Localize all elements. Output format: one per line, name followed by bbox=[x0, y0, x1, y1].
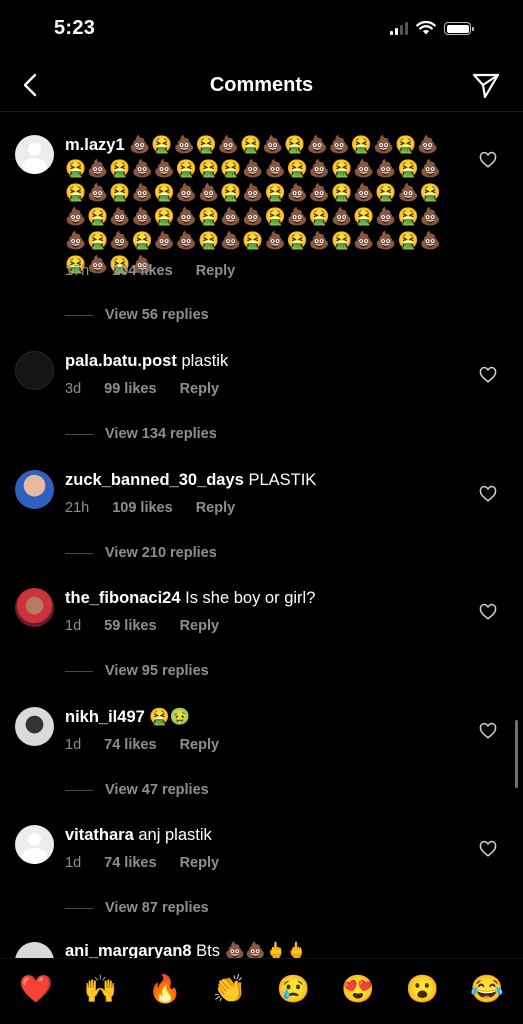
view-replies-button[interactable]: View 87 replies bbox=[65, 900, 209, 916]
avatar[interactable] bbox=[15, 470, 54, 509]
comment-body: zuck_banned_30_days PLASTIK bbox=[65, 468, 455, 492]
heart-icon[interactable] bbox=[479, 366, 497, 384]
comment-list: m.lazy1 💩🤮💩🤮💩🤮💩🤮💩💩🤮💩🤮💩🤮💩🤮💩💩🤮🤮🤮💩💩🤮💩🤮💩💩🤮💩🤮… bbox=[0, 113, 523, 958]
comment-likes[interactable]: 74 likes bbox=[104, 855, 156, 871]
status-time: 5:23 bbox=[54, 17, 96, 39]
emoji-clapping-button[interactable]: 👏 bbox=[204, 965, 254, 1015]
comment-body: the_fibonaci24 Is she boy or girl? bbox=[65, 586, 455, 610]
comment-text: Is she boy or girl? bbox=[185, 589, 316, 607]
avatar[interactable] bbox=[15, 707, 54, 746]
emoji-surprised-button[interactable]: 😮 bbox=[397, 965, 447, 1015]
header: Comments bbox=[0, 56, 523, 112]
battery-icon bbox=[444, 22, 474, 35]
comment-body: pala.batu.post plastik bbox=[65, 349, 455, 373]
view-replies-button[interactable]: View 210 replies bbox=[65, 545, 217, 561]
comment-username[interactable]: nikh_il497 bbox=[65, 708, 145, 726]
comment-meta: 1d 59 likes Reply bbox=[65, 618, 242, 634]
avatar[interactable] bbox=[15, 825, 54, 864]
view-replies-button[interactable]: View 56 replies bbox=[65, 307, 209, 323]
avatar[interactable] bbox=[15, 351, 54, 390]
comment-body: ani_margaryan8 Bts 💩💩🖕🖕 bbox=[65, 942, 307, 958]
comment-username[interactable]: m.lazy1 bbox=[65, 136, 125, 154]
emoji-crying-button[interactable]: 😢 bbox=[269, 965, 319, 1015]
reply-button[interactable]: Reply bbox=[180, 737, 220, 753]
comment-time: 1d bbox=[65, 737, 82, 753]
heart-icon[interactable] bbox=[479, 722, 497, 740]
comment-body: vitathara anj plastik bbox=[65, 823, 455, 847]
avatar[interactable] bbox=[15, 588, 54, 627]
emoji-reaction-bar: ❤️ 🙌 🔥 👏 😢 😍 😮 😂 bbox=[0, 958, 523, 1024]
emoji-laughing-button[interactable]: 😂 bbox=[462, 965, 512, 1015]
scrollbar[interactable] bbox=[515, 720, 518, 788]
comment-body: m.lazy1 💩🤮💩🤮💩🤮💩🤮💩💩🤮💩🤮💩🤮💩🤮💩💩🤮🤮🤮💩💩🤮💩🤮💩💩🤮💩🤮… bbox=[65, 133, 455, 277]
comment-text: PLASTIK bbox=[248, 471, 317, 489]
avatar[interactable] bbox=[15, 135, 54, 174]
reply-button[interactable]: Reply bbox=[180, 618, 220, 634]
comment-time: 1d bbox=[65, 618, 82, 634]
comment-meta: 1d 74 likes Reply bbox=[65, 737, 242, 753]
cellular-signal-icon bbox=[390, 22, 408, 35]
comment-likes[interactable]: 59 likes bbox=[104, 618, 156, 634]
emoji-heart-eyes-button[interactable]: 😍 bbox=[333, 965, 383, 1015]
comment-text: 🤮🤢 bbox=[149, 708, 191, 726]
comment-time: 17h bbox=[65, 263, 90, 279]
heart-icon[interactable] bbox=[479, 485, 497, 503]
emoji-raised-hands-button[interactable]: 🙌 bbox=[76, 965, 126, 1015]
comment-text: Bts 💩💩🖕🖕 bbox=[196, 942, 307, 958]
heart-icon[interactable] bbox=[479, 603, 497, 621]
comment-item-partial: ani_margaryan8 Bts 💩💩🖕🖕 bbox=[15, 938, 523, 958]
status-icons bbox=[390, 21, 474, 36]
comment-likes[interactable]: 109 likes bbox=[112, 500, 172, 516]
view-replies-button[interactable]: View 134 replies bbox=[65, 426, 217, 442]
emoji-fire-button[interactable]: 🔥 bbox=[140, 965, 190, 1015]
comment-meta: 17h 104 likes Reply bbox=[65, 263, 258, 279]
view-replies-button[interactable]: View 47 replies bbox=[65, 782, 209, 798]
comment-likes[interactable]: 99 likes bbox=[104, 381, 156, 397]
reply-button[interactable]: Reply bbox=[196, 500, 236, 516]
comment-username[interactable]: pala.batu.post bbox=[65, 352, 177, 370]
comment-text: anj plastik bbox=[138, 826, 212, 844]
comment-username[interactable]: vitathara bbox=[65, 826, 134, 844]
heart-icon[interactable] bbox=[479, 840, 497, 858]
reply-button[interactable]: Reply bbox=[196, 263, 236, 279]
comment-text: plastik bbox=[181, 352, 229, 370]
heart-icon[interactable] bbox=[479, 151, 497, 169]
page-title: Comments bbox=[209, 74, 314, 96]
comment-time: 1d bbox=[65, 855, 82, 871]
wifi-icon bbox=[416, 21, 436, 35]
comment-text: 💩🤮💩🤮💩🤮💩🤮💩💩🤮💩🤮💩🤮💩🤮💩💩🤮🤮🤮💩💩🤮💩🤮💩💩🤮💩🤮💩🤮💩🤮💩💩🤮💩… bbox=[65, 135, 442, 274]
comment-username[interactable]: ani_margaryan8 bbox=[65, 942, 192, 958]
paper-plane-icon[interactable] bbox=[471, 70, 501, 100]
comment-meta: 3d 99 likes Reply bbox=[65, 381, 242, 397]
status-bar: 5:23 bbox=[0, 0, 523, 56]
view-replies-button[interactable]: View 95 replies bbox=[65, 663, 209, 679]
comment-time: 3d bbox=[65, 381, 82, 397]
avatar[interactable] bbox=[15, 942, 54, 958]
comment-body: nikh_il497 🤮🤢 bbox=[65, 705, 455, 729]
reply-button[interactable]: Reply bbox=[180, 855, 220, 871]
comment-likes[interactable]: 74 likes bbox=[104, 737, 156, 753]
comment-likes[interactable]: 104 likes bbox=[112, 263, 172, 279]
comment-username[interactable]: the_fibonaci24 bbox=[65, 589, 181, 607]
comment-meta: 21h 109 likes Reply bbox=[65, 500, 258, 516]
comment-meta: 1d 74 likes Reply bbox=[65, 855, 242, 871]
reply-button[interactable]: Reply bbox=[180, 381, 220, 397]
emoji-heart-button[interactable]: ❤️ bbox=[11, 965, 61, 1015]
comment-time: 21h bbox=[65, 500, 90, 516]
comment-username[interactable]: zuck_banned_30_days bbox=[65, 471, 244, 489]
